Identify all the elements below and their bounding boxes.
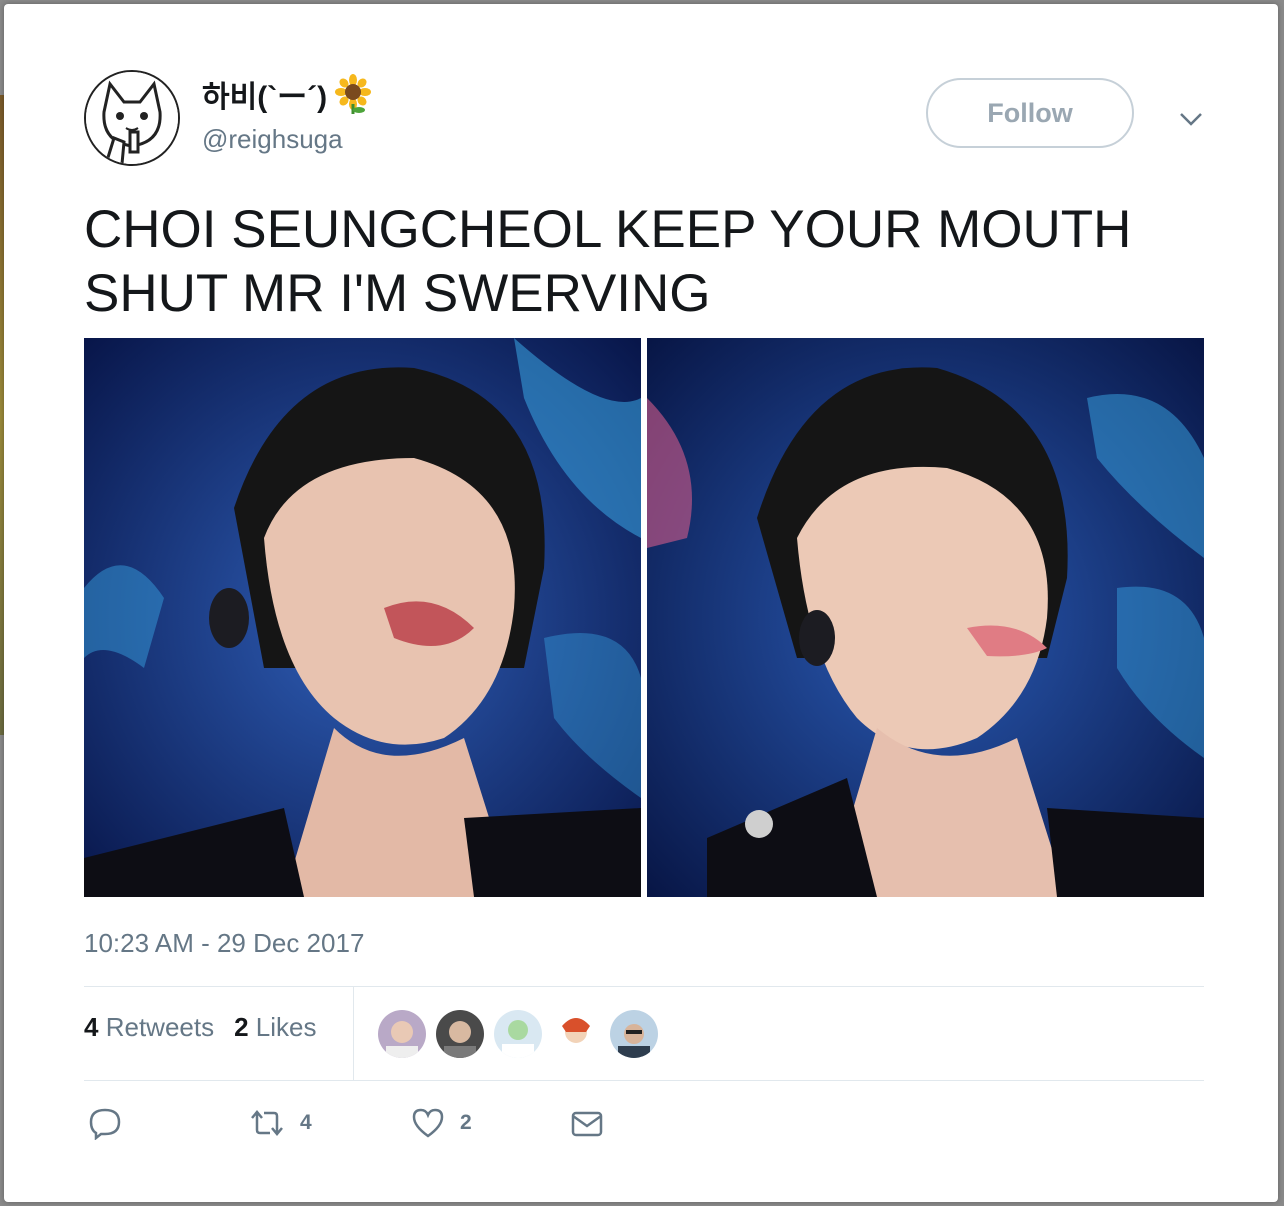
- direct-message-button[interactable]: [570, 1106, 604, 1140]
- retweets-stat[interactable]: 4 Retweets: [84, 1012, 214, 1043]
- divider: [353, 987, 354, 1080]
- tweet-card: 하비(`ー´) @reighsuga Follow CHOI SEUNGCHEO…: [4, 4, 1278, 1202]
- retweet-icon: [251, 1110, 283, 1136]
- tweet-stats: 4 Retweets 2 Likes: [84, 1012, 317, 1043]
- liker-avatar[interactable]: [436, 1010, 484, 1058]
- handle[interactable]: @reighsuga: [202, 124, 343, 155]
- divider: [84, 1080, 1204, 1081]
- liker-avatar[interactable]: [610, 1010, 658, 1058]
- liker-avatar[interactable]: [552, 1010, 600, 1058]
- tweet-photo-2[interactable]: [647, 338, 1204, 897]
- avatar[interactable]: [84, 70, 180, 166]
- tweet-timestamp[interactable]: 10:23 AM - 29 Dec 2017: [84, 928, 364, 959]
- divider: [84, 986, 1204, 987]
- tweet-text: CHOI SEUNGCHEOL KEEP YOUR MOUTH SHUT MR …: [84, 200, 1132, 323]
- chevron-down-icon[interactable]: [1176, 104, 1206, 134]
- follow-button[interactable]: Follow: [926, 78, 1134, 148]
- display-name-text: 하비(`ー´): [202, 81, 328, 114]
- likes-count: 2: [234, 1012, 249, 1042]
- like-button[interactable]: 2: [410, 1106, 472, 1140]
- heart-icon: [412, 1108, 444, 1138]
- reply-icon: [89, 1108, 121, 1140]
- retweet-button[interactable]: 4: [248, 1106, 312, 1140]
- retweets-count: 4: [84, 1012, 99, 1042]
- cat-avatar-icon: [86, 72, 178, 164]
- liker-avatar[interactable]: [378, 1010, 426, 1058]
- liker-avatar[interactable]: [494, 1010, 542, 1058]
- retweets-label: Retweets: [105, 1012, 215, 1042]
- likes-label: Likes: [255, 1012, 317, 1042]
- sunflower-icon: [333, 74, 373, 114]
- liker-avatars: [378, 1010, 658, 1058]
- envelope-icon: [571, 1111, 603, 1137]
- tweet-photo-1[interactable]: [84, 338, 641, 897]
- display-name[interactable]: 하비(`ー´): [202, 72, 373, 116]
- reply-button[interactable]: [88, 1106, 122, 1140]
- likes-stat[interactable]: 2 Likes: [234, 1012, 316, 1043]
- retweet-count: 4: [300, 1111, 312, 1134]
- like-count: 2: [460, 1111, 472, 1134]
